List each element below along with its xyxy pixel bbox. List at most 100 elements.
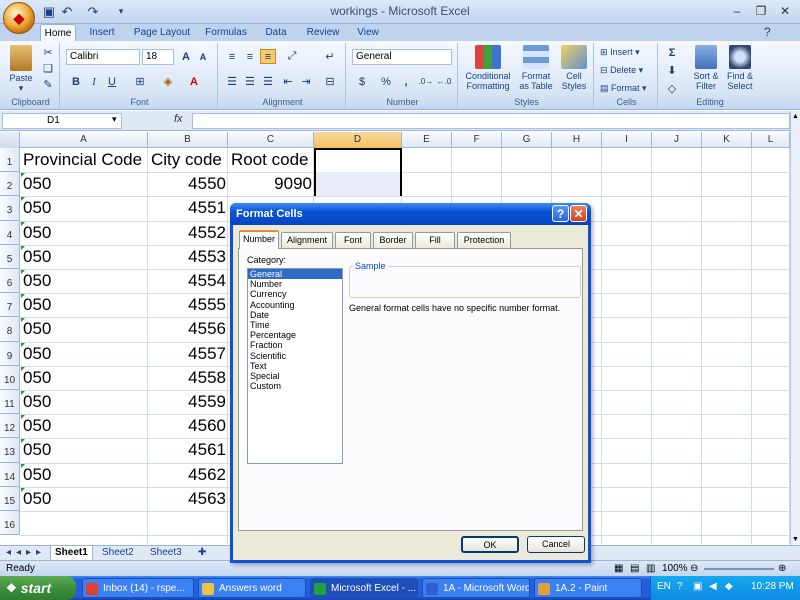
cell-a[interactable]: 050 [23, 344, 148, 364]
align-top-icon[interactable]: ≡ [224, 49, 240, 64]
dialog-tab-number[interactable]: Number [239, 230, 279, 249]
underline-button[interactable]: U [104, 74, 120, 89]
selected-cell-d1[interactable] [314, 148, 402, 173]
cell-a[interactable]: 050 [23, 440, 148, 460]
vertical-scrollbar[interactable]: ▲ ▼ [790, 111, 800, 545]
task-inbox[interactable]: Inbox (14) - rspe... [82, 578, 194, 598]
delete-cells-button[interactable]: ⊟ Delete ▾ [600, 65, 643, 75]
tab-page-layout[interactable]: Page Layout [130, 24, 194, 41]
cell-b[interactable]: 4563 [148, 489, 226, 509]
row-header[interactable]: 8 [0, 317, 20, 342]
dialog-tab-alignment[interactable]: Alignment [281, 232, 333, 248]
bold-button[interactable]: B [68, 74, 84, 89]
task-word[interactable]: 1A - Microsoft Word [422, 578, 530, 598]
row-header[interactable]: 9 [0, 341, 20, 366]
cell-a[interactable]: 050 [23, 223, 148, 243]
align-center-icon[interactable]: ☰ [242, 74, 258, 89]
category-item[interactable]: Date [248, 310, 342, 320]
scroll-down-icon[interactable]: ▼ [791, 536, 800, 543]
cell-b[interactable]: 4551 [148, 198, 226, 218]
clear-icon[interactable]: ◇ [664, 81, 680, 96]
column-header-l[interactable]: L [752, 132, 790, 148]
zoom-out-icon[interactable]: ⊖ [690, 563, 698, 574]
dialog-tab-protection[interactable]: Protection [457, 232, 511, 248]
column-header-k[interactable]: K [702, 132, 752, 148]
cell-b[interactable]: 4554 [148, 271, 226, 291]
page-layout-view-icon[interactable]: ▤ [630, 563, 639, 574]
cell-a[interactable]: 050 [23, 271, 148, 291]
minimize-icon[interactable]: – [725, 3, 749, 19]
italic-button[interactable]: I [86, 74, 102, 89]
cell-b[interactable]: 4555 [148, 295, 226, 315]
cell-a[interactable]: 050 [23, 392, 148, 412]
cell-a[interactable]: 050 [23, 247, 148, 267]
tab-review[interactable]: Review [302, 24, 344, 41]
cell-a[interactable]: 050 [23, 174, 148, 194]
category-item[interactable]: Percentage [248, 330, 342, 340]
row-header[interactable]: 13 [0, 438, 20, 463]
font-color-icon[interactable]: A [186, 74, 202, 89]
cut-icon[interactable]: ✂ [40, 45, 56, 60]
cell-b[interactable]: 4550 [148, 174, 226, 194]
format-painter-icon[interactable]: ✎ [40, 77, 56, 92]
row-header[interactable]: 5 [0, 244, 20, 269]
currency-button[interactable]: $ [354, 74, 370, 89]
sheet-tab-sheet3[interactable]: Sheet3 [146, 546, 186, 561]
category-item[interactable]: Currency [248, 289, 342, 299]
start-button[interactable]: ❖ start [0, 576, 76, 600]
column-header-j[interactable]: J [652, 132, 702, 148]
column-header-a[interactable]: A [20, 132, 148, 148]
decrease-decimal-icon[interactable]: ←.0 [436, 74, 452, 89]
align-right-icon[interactable]: ☰ [260, 74, 276, 89]
zoom-slider[interactable] [704, 568, 774, 570]
row-header[interactable]: 11 [0, 390, 20, 415]
fill-color-icon[interactable]: ◈ [160, 74, 176, 89]
cell-b[interactable]: 4559 [148, 392, 226, 412]
row-header[interactable]: 6 [0, 269, 20, 294]
language-indicator[interactable]: EN [657, 581, 671, 592]
cell-b[interactable]: 4561 [148, 440, 226, 460]
cell-b[interactable]: 4562 [148, 465, 226, 485]
cell-a[interactable]: 050 [23, 489, 148, 509]
cell-b[interactable]: 4552 [148, 223, 226, 243]
category-item[interactable]: Text [248, 361, 342, 371]
dialog-tab-font[interactable]: Font [335, 232, 371, 248]
sheet-tab-sheet1[interactable]: Sheet1 [50, 546, 93, 561]
paste-button[interactable]: Paste ▾ [4, 45, 38, 93]
cell-c1[interactable]: Root code [231, 150, 314, 170]
task-paint[interactable]: 1A.2 - Paint [534, 578, 642, 598]
normal-view-icon[interactable]: ▦ [614, 563, 623, 574]
insert-sheet-icon[interactable]: ✚ [194, 546, 210, 561]
font-name-select[interactable]: Calibri [66, 49, 140, 65]
row-header[interactable]: 2 [0, 172, 20, 197]
cell-a[interactable]: 050 [23, 295, 148, 315]
row-header[interactable]: 1 [0, 148, 20, 173]
name-box[interactable]: D1 [2, 113, 122, 129]
merge-center-icon[interactable]: ⊟ [322, 74, 338, 89]
dialog-close-icon[interactable]: ✕ [570, 205, 587, 222]
cancel-button[interactable]: Cancel [527, 536, 585, 553]
increase-decimal-icon[interactable]: .0→ [418, 74, 434, 89]
increase-indent-icon[interactable]: ⇥ [298, 74, 314, 89]
category-item[interactable]: Accounting [248, 300, 342, 310]
tab-home[interactable]: Home [40, 24, 76, 41]
formula-input[interactable] [192, 113, 790, 129]
borders-icon[interactable]: ⊞ [132, 74, 148, 89]
align-middle-icon[interactable]: ≡ [242, 49, 258, 64]
column-header-e[interactable]: E [402, 132, 452, 148]
column-header-f[interactable]: F [452, 132, 502, 148]
copy-icon[interactable]: ❏ [40, 61, 56, 76]
cell-b[interactable]: 4558 [148, 368, 226, 388]
restore-icon[interactable]: ❐ [749, 3, 773, 19]
tab-insert[interactable]: Insert [84, 24, 120, 41]
align-left-icon[interactable]: ☰ [224, 74, 240, 89]
cell-c[interactable]: 9090 [228, 174, 312, 194]
orientation-icon[interactable]: ⤢ [284, 49, 300, 64]
column-header-c[interactable]: C [228, 132, 314, 148]
security-icon[interactable]: ◆ [725, 581, 733, 592]
scroll-up-icon[interactable]: ▲ [791, 113, 800, 120]
page-break-view-icon[interactable]: ▥ [646, 563, 655, 574]
format-cells-button[interactable]: ▤ Format ▾ [600, 83, 647, 93]
row-header[interactable]: 3 [0, 196, 20, 221]
row-header[interactable]: 16 [0, 511, 20, 536]
